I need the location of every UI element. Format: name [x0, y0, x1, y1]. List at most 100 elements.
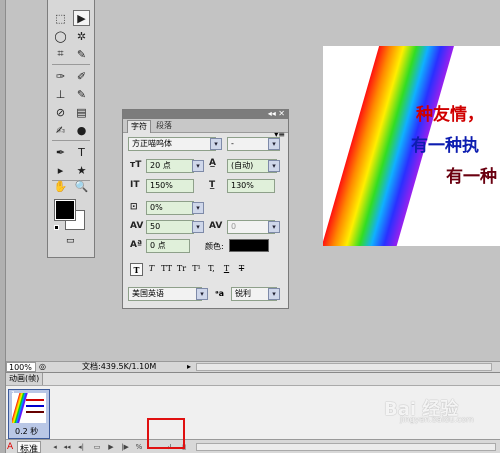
eraser-tool-icon[interactable]: ⊘ [52, 104, 69, 120]
tab-character[interactable]: 字符 [127, 120, 151, 133]
type-tool-icon[interactable]: T [73, 144, 90, 160]
tool-row: ✒ T [52, 144, 90, 160]
character-panel: ◂◂ ✕ 字符 段落 ▾≡ 方正喵呜体 ▾ - ▾ ᴛT 20 点 ▾ A̲ (… [122, 109, 289, 309]
frame-number: 1 [11, 390, 16, 398]
tool-row: ▸ ★ [52, 162, 90, 178]
faux-italic-button[interactable]: T [145, 263, 158, 276]
tool-row: ⬚ ▶ [52, 10, 90, 26]
hand-tool-icon[interactable]: ✋ [52, 178, 69, 194]
quick-mask-icon[interactable]: ▭ [66, 236, 75, 246]
frame-thumbnail [12, 393, 46, 423]
canvas-text-line-3: 有一种 [446, 167, 497, 187]
tool-separator [52, 140, 90, 141]
tool-row: ◯ ✲ [52, 28, 90, 44]
chevron-down-icon[interactable]: ▾ [268, 138, 280, 150]
document-canvas[interactable]: 种友情， 有一种执 有一种 [323, 46, 500, 246]
zoom-field[interactable]: 100% [6, 362, 36, 372]
animation-frame[interactable]: 1 0.2 秒 [8, 389, 50, 439]
canvas-text-line-1: 种友情， [416, 105, 484, 125]
navigator-icon[interactable]: ◎ [39, 362, 46, 372]
custom-shape-tool-icon[interactable]: ★ [73, 162, 90, 178]
underline-button[interactable]: T [220, 263, 233, 276]
loop-select[interactable]: 标准 [17, 441, 42, 453]
marquee-tool-icon[interactable]: ⬚ [52, 10, 69, 26]
subscript-button[interactable]: T, [205, 263, 218, 276]
slice-tool-icon[interactable]: ✎ [73, 46, 90, 62]
tracking-icon: AV [130, 221, 144, 231]
antialias-icon: ᵃa [215, 289, 225, 298]
vertical-scale-icon: IT [130, 180, 140, 190]
all-caps-button[interactable]: TT [160, 263, 173, 276]
font-size-icon: ᴛT [130, 160, 142, 170]
zoom-tool-icon[interactable]: 🔍 [73, 178, 90, 194]
baseline-shift-icon: Aª [130, 240, 143, 250]
tsume-field[interactable]: 0% [146, 201, 194, 215]
color-label: 颜色: [205, 242, 224, 251]
gradient-tool-icon[interactable]: ▤ [73, 104, 90, 120]
font-size-field[interactable]: 20 点 [146, 159, 194, 173]
small-caps-button[interactable]: Tr [175, 263, 188, 276]
chevron-down-icon[interactable]: ▾ [268, 221, 280, 233]
tool-row: ✍ ● [52, 122, 90, 138]
chevron-down-icon[interactable]: ▾ [268, 288, 280, 300]
dodge-tool-icon[interactable]: ● [73, 122, 90, 138]
tool-row: ✑ ✐ [52, 68, 90, 84]
tab-animation[interactable]: 动画(帧) [6, 373, 44, 385]
chevron-down-icon[interactable]: ▾ [192, 160, 204, 172]
clone-stamp-tool-icon[interactable]: ⊥ [52, 86, 69, 102]
faux-bold-button[interactable]: T [130, 263, 143, 276]
panel-titlebar[interactable]: ◂◂ ✕ [123, 109, 288, 119]
vertical-scale-field[interactable]: 150% [146, 179, 194, 193]
previous-frame-icon[interactable]: ◂| [76, 442, 86, 452]
horizontal-scale-field[interactable]: 130% [227, 179, 275, 193]
tween-icon[interactable]: ▭ [92, 442, 102, 452]
frame-delay[interactable]: 0.2 秒 [15, 426, 38, 437]
watermark-url: jingyan.baidu.com [400, 415, 474, 424]
superscript-button[interactable]: T¹ [190, 263, 203, 276]
path-selection-tool-icon[interactable]: ▸ [52, 162, 69, 178]
next-frame-icon[interactable]: |▶ [120, 442, 130, 452]
lasso-tool-icon[interactable]: ◯ [52, 28, 69, 44]
language-select[interactable]: 美国英语 [128, 287, 202, 301]
tab-paragraph[interactable]: 段落 [153, 120, 175, 133]
doc-info: 文档:439.5K/1.10M [82, 362, 157, 371]
blur-tool-icon[interactable]: ✍ [52, 122, 69, 138]
status-bar: 100% ◎ 文档:439.5K/1.10M ▸ [6, 361, 500, 372]
tool-row: ✋ 🔍 [52, 178, 90, 194]
foreground-color-swatch[interactable] [54, 199, 76, 221]
loop-dropdown-icon[interactable]: ◂ [50, 442, 60, 452]
baseline-shift-field[interactable]: 0 点 [146, 239, 190, 253]
tween-frames-icon[interactable]: % [134, 442, 144, 452]
tool-row: ⊥ ✎ [52, 86, 90, 102]
healing-brush-tool-icon[interactable]: ✑ [52, 68, 69, 84]
brush-tool-icon[interactable]: ✐ [73, 68, 90, 84]
panel-collapse-close-icon[interactable]: ◂◂ ✕ [268, 109, 285, 118]
chevron-down-icon[interactable]: ▾ [192, 202, 204, 214]
chevron-down-icon[interactable]: ▾ [268, 160, 280, 172]
pen-tool-icon[interactable]: ✒ [52, 144, 69, 160]
default-colors-icon[interactable] [54, 225, 59, 230]
type-style-buttons: T T TT Tr T¹ T, T T [130, 263, 248, 276]
leading-icon: A̲ [209, 158, 216, 168]
crop-tool-icon[interactable]: ⌗ [52, 46, 69, 62]
magic-wand-tool-icon[interactable]: ✲ [73, 28, 90, 44]
play-icon[interactable]: ▶ [106, 442, 116, 452]
horizontal-scale-icon: T̲ [209, 180, 216, 190]
chevron-down-icon[interactable]: ▾ [210, 138, 222, 150]
animation-scrollbar[interactable] [196, 443, 496, 451]
status-arrow-icon[interactable]: ▸ [187, 362, 191, 372]
strikethrough-button[interactable]: T [235, 263, 248, 276]
first-frame-icon[interactable]: ◂◂ [62, 442, 72, 452]
highlight-box [147, 418, 185, 449]
move-tool-icon[interactable]: ▶ [73, 10, 90, 26]
panel-tabs: 字符 段落 ▾≡ [123, 119, 288, 139]
tracking-field[interactable]: 50 [146, 220, 194, 234]
chevron-down-icon[interactable]: ▾ [192, 221, 204, 233]
horizontal-scrollbar[interactable] [196, 363, 492, 371]
chevron-down-icon[interactable]: ▾ [196, 288, 208, 300]
text-color-swatch[interactable] [229, 239, 269, 252]
history-brush-tool-icon[interactable]: ✎ [73, 86, 90, 102]
watermark-logo: Bai 经验 jingyan.baidu.com [384, 395, 474, 424]
font-family-select[interactable]: 方正喵呜体 [128, 137, 216, 151]
tool-separator [52, 64, 90, 65]
